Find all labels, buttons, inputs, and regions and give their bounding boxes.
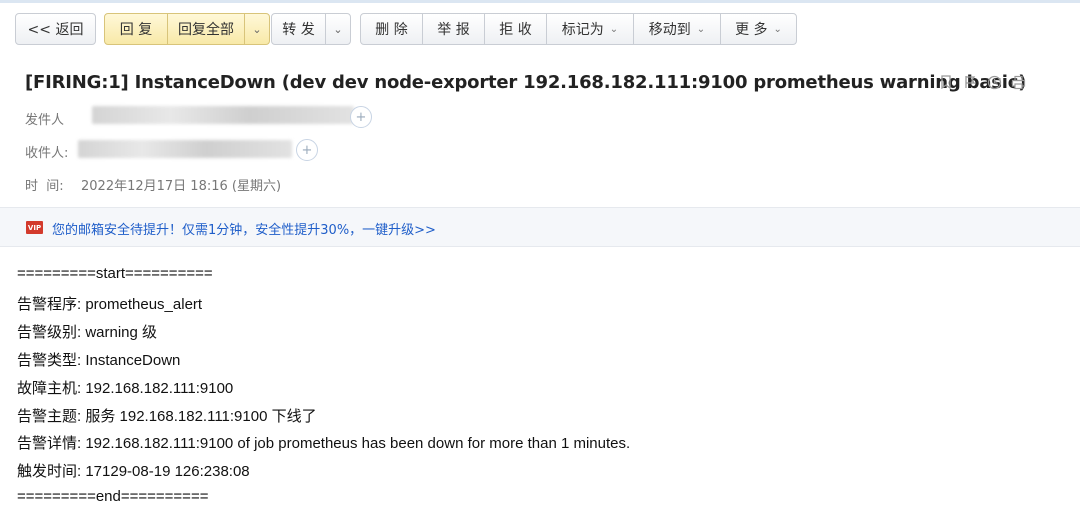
sent-time: 2022年12月17日 18:16 (星期六) (81, 179, 282, 194)
toolbar: << 返回 回 复 回复全部 ⌄ 转 发 ⌄ 删 除 举 报 拒 收 标记为 ⌄ … (0, 0, 1080, 60)
reject-button[interactable]: 拒 收 (484, 13, 547, 45)
body-line-end: =========end========== (17, 488, 209, 505)
move-to-button[interactable]: 移动到 ⌄ (633, 13, 721, 45)
security-upgrade-link[interactable]: 您的邮箱安全待提升！仅需1分钟，安全性提升30%，一键升级>> (52, 219, 436, 238)
print-icon[interactable] (1010, 74, 1026, 90)
email-subject: [FIRING:1] InstanceDown (dev dev node-ex… (25, 72, 1027, 93)
body-line-program: 告警程序: prometheus_alert (17, 296, 203, 313)
chevron-down-icon: ⌄ (773, 23, 782, 35)
body-line-type: 告警类型: InstanceDown (17, 352, 181, 369)
reply-dropdown-chevron-icon[interactable]: ⌄ (244, 13, 270, 45)
body-line-subject: 告警主题: 服务 192.168.182.111:9100 下线了 (17, 408, 317, 425)
time-label: 时 间: (25, 179, 64, 194)
more-label: 更 多 (735, 22, 768, 38)
forward-button[interactable]: 转 发 (271, 13, 326, 45)
add-recipient-plus-icon[interactable]: + (296, 139, 318, 161)
sender-address-redacted (92, 106, 354, 124)
mark-as-label: 标记为 (561, 22, 604, 38)
flag-icon[interactable] (962, 74, 978, 90)
report-button[interactable]: 举 报 (422, 13, 485, 45)
mark-as-button[interactable]: 标记为 ⌄ (546, 13, 634, 45)
clock-icon[interactable] (986, 74, 1002, 90)
chevron-down-icon: ⌄ (609, 23, 619, 35)
recipient-address-redacted (78, 140, 292, 158)
reply-button[interactable]: 回 复 (104, 13, 168, 45)
add-sender-plus-icon[interactable]: + (350, 106, 372, 128)
bookmark-icon[interactable] (938, 74, 954, 90)
body-line-trigger-time: 触发时间: 17129-08-19 126:238:08 (17, 463, 250, 480)
more-button[interactable]: 更 多 ⌄ (720, 13, 797, 45)
sender-label: 发件人 (25, 113, 65, 128)
reply-all-button[interactable]: 回复全部 (167, 13, 245, 45)
delete-button[interactable]: 删 除 (360, 13, 423, 45)
body-line-level: 告警级别: warning 级 (17, 324, 158, 341)
move-to-label: 移动到 (648, 22, 691, 38)
vip-badge: VIP (26, 221, 43, 234)
recipient-label: 收件人: (25, 146, 69, 161)
body-line-host: 故障主机: 192.168.182.111:9100 (17, 380, 234, 397)
body-line-details: 告警详情: 192.168.182.111:9100 of job promet… (17, 435, 631, 452)
body-line-start: =========start========== (17, 265, 213, 282)
subject-actions (938, 74, 1026, 90)
back-button[interactable]: << 返回 (15, 13, 96, 45)
forward-dropdown-chevron-icon[interactable]: ⌄ (325, 13, 351, 45)
chevron-down-icon: ⌄ (696, 23, 706, 35)
